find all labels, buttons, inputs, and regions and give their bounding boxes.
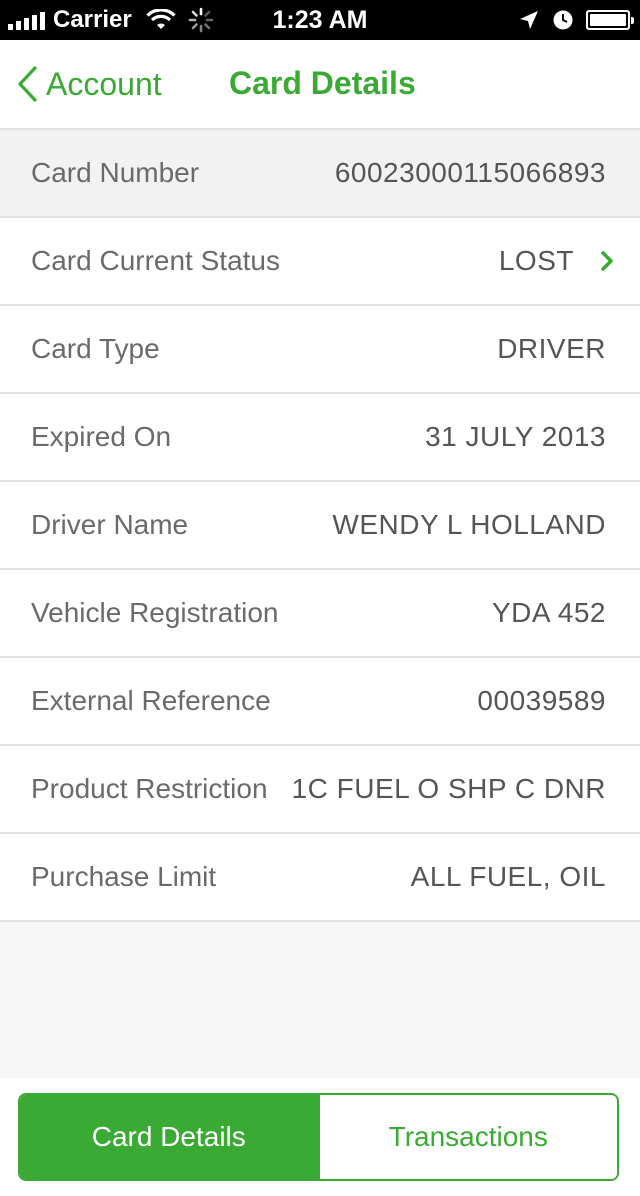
battery-icon xyxy=(586,10,634,30)
location-arrow-icon xyxy=(520,11,538,29)
alarm-clock-icon xyxy=(553,10,573,30)
row-value: YDA 452 xyxy=(491,597,606,628)
row-value: 00039589 xyxy=(477,685,606,716)
back-button-label: Account xyxy=(46,65,162,102)
status-right xyxy=(518,0,634,40)
row-label: Card Type xyxy=(31,333,160,364)
row-label: Vehicle Registration xyxy=(31,597,279,628)
row-card-current-status[interactable]: Card Current Status LOST xyxy=(0,218,640,306)
row-label: External Reference xyxy=(31,685,271,716)
row-expired-on: Expired On 31 JULY 2013 xyxy=(0,394,640,482)
bottom-toolbar: Card Details Transactions xyxy=(0,1078,640,1196)
chevron-right-icon xyxy=(601,251,613,271)
row-value: 31 JULY 2013 xyxy=(425,421,606,452)
row-value: 1C FUEL O SHP C DNR xyxy=(291,773,606,804)
status-bar: Carrier 1:23 AM xyxy=(0,0,640,40)
row-product-restriction: Product Restriction 1C FUEL O SHP C DNR xyxy=(0,746,640,834)
row-label: Purchase Limit xyxy=(31,861,217,892)
row-driver-name: Driver Name WENDY L HOLLAND xyxy=(0,482,640,570)
row-label: Product Restriction xyxy=(31,773,268,804)
row-label: Card Current Status xyxy=(31,245,280,276)
row-vehicle-registration: Vehicle Registration YDA 452 xyxy=(0,570,640,658)
row-label: Driver Name xyxy=(31,509,189,540)
row-value: LOST xyxy=(498,245,574,276)
row-card-type: Card Type DRIVER xyxy=(0,306,640,394)
row-value: ALL FUEL, OIL xyxy=(410,861,606,892)
row-label: Expired On xyxy=(31,421,172,452)
back-button[interactable]: Account xyxy=(16,40,162,128)
row-purchase-limit: Purchase Limit ALL FUEL, OIL xyxy=(0,834,640,922)
segmented-control: Card Details Transactions xyxy=(18,1093,619,1181)
battery-level-fill xyxy=(590,14,626,26)
tab-transactions[interactable]: Transactions xyxy=(317,1095,617,1179)
chevron-left-icon xyxy=(18,66,37,102)
page-title: Card Details xyxy=(229,65,416,101)
row-value: 60023000115066893 xyxy=(334,157,606,188)
card-details-list: Card Number 60023000115066893 Card Curre… xyxy=(0,130,640,922)
row-value: DRIVER xyxy=(497,333,606,364)
tab-card-details[interactable]: Card Details xyxy=(20,1095,318,1179)
navigation-bar: Account Card Details xyxy=(0,40,640,130)
row-card-number: Card Number 60023000115066893 xyxy=(0,130,640,218)
row-label: Card Number xyxy=(31,157,200,188)
row-value: WENDY L HOLLAND xyxy=(332,509,606,540)
row-external-reference: External Reference 00039589 xyxy=(0,658,640,746)
